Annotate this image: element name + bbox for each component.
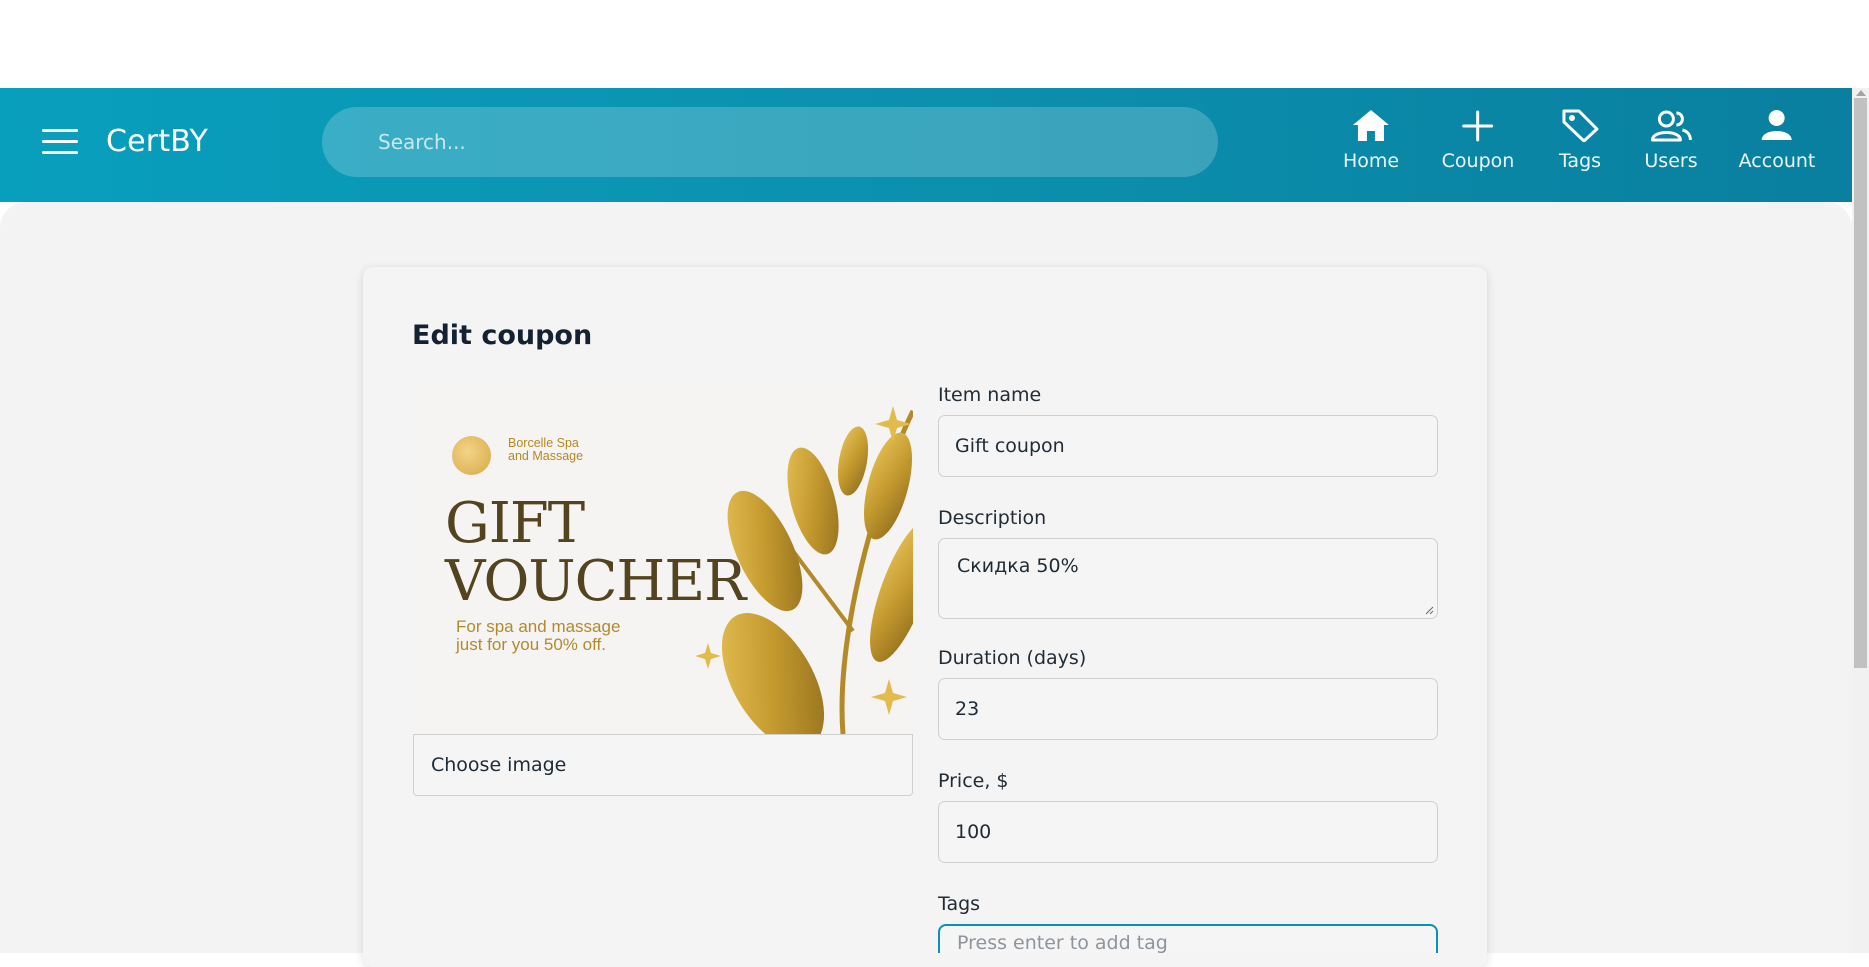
search-bar xyxy=(322,107,1218,177)
price-label: Price, $ xyxy=(938,770,1009,792)
search-input[interactable] xyxy=(322,107,1218,177)
description-label: Description xyxy=(938,507,1047,529)
nav-home[interactable]: Home xyxy=(1343,108,1399,172)
nav-coupon-label: Coupon xyxy=(1441,150,1515,172)
account-icon xyxy=(1762,110,1792,140)
tags-input[interactable] xyxy=(940,926,1436,953)
tags-field xyxy=(938,924,1438,953)
top-navigation-bar: CertBY Home Coupon Tags Users xyxy=(0,88,1852,202)
nav-tags-label: Tags xyxy=(1558,150,1602,172)
scroll-up-arrow-icon[interactable] xyxy=(1856,90,1866,96)
description-textarea[interactable]: Скидка 50% xyxy=(939,539,1437,618)
item-name-field xyxy=(938,415,1438,477)
resize-grip-icon[interactable] xyxy=(1425,606,1434,615)
page-scrollbar[interactable] xyxy=(1852,88,1869,953)
duration-field xyxy=(938,678,1438,740)
nav-users[interactable]: Users xyxy=(1644,108,1698,172)
brand-logo[interactable]: CertBY xyxy=(106,124,208,159)
duration-label: Duration (days) xyxy=(938,647,1087,669)
tag-icon xyxy=(1562,109,1599,142)
price-field xyxy=(938,801,1438,863)
home-icon xyxy=(1352,110,1389,141)
hamburger-menu-icon[interactable] xyxy=(42,129,78,155)
voucher-subtext: For spa and massage just for you 50% off… xyxy=(456,617,621,654)
scrollbar-thumb[interactable] xyxy=(1854,98,1867,668)
spa-logo-icon xyxy=(452,436,491,475)
tags-label: Tags xyxy=(938,893,981,915)
nav-home-label: Home xyxy=(1342,150,1400,172)
page-title: Edit coupon xyxy=(412,320,593,351)
voucher-headline: GIFT VOUCHER xyxy=(445,491,746,614)
nav-account[interactable]: Account xyxy=(1738,108,1816,172)
item-name-label: Item name xyxy=(938,384,1042,406)
nav-account-label: Account xyxy=(1738,150,1816,172)
choose-image-button[interactable]: Choose image xyxy=(413,734,913,796)
price-input[interactable] xyxy=(939,802,1437,862)
nav-users-label: Users xyxy=(1644,150,1698,172)
duration-input[interactable] xyxy=(939,679,1437,739)
edit-coupon-card: Edit coupon Borcelle Spa and Massage GIF… xyxy=(363,267,1487,967)
users-icon xyxy=(1650,110,1692,142)
coupon-image-preview: Borcelle Spa and Massage GIFT VOUCHER Fo… xyxy=(413,381,913,734)
item-name-input[interactable] xyxy=(939,416,1437,476)
plus-icon xyxy=(1462,110,1494,142)
voucher-brand-text: Borcelle Spa and Massage xyxy=(508,436,584,463)
description-field: Скидка 50% xyxy=(938,538,1438,619)
nav-tags[interactable]: Tags xyxy=(1559,108,1601,172)
nav-coupon[interactable]: Coupon xyxy=(1441,108,1515,172)
